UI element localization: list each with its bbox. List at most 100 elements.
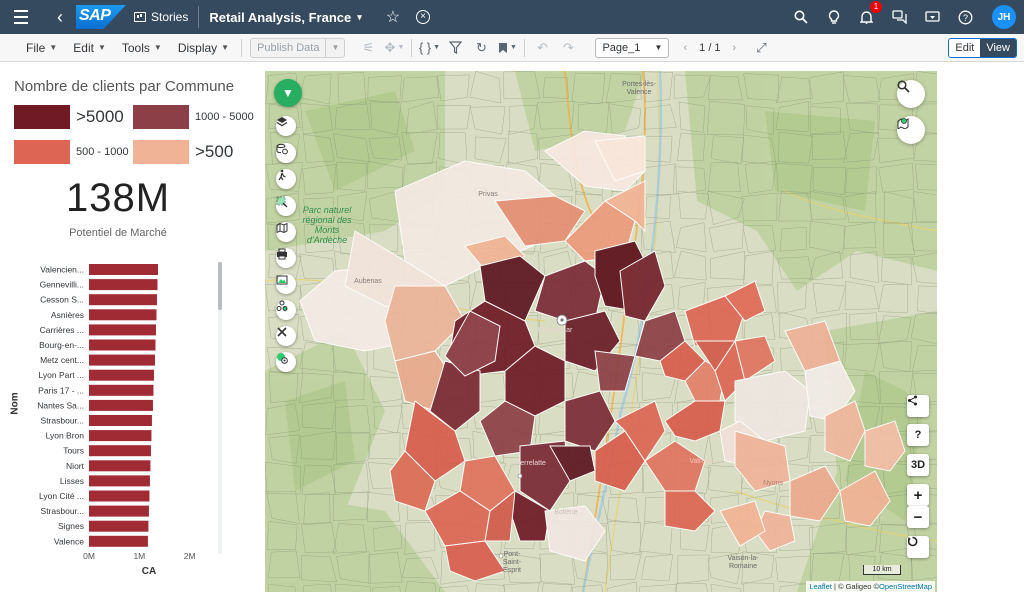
bar[interactable]	[89, 294, 157, 306]
legend-swatch	[14, 105, 70, 129]
bar[interactable]	[89, 369, 154, 381]
bar-category-label: Valencien...	[40, 265, 84, 275]
undo-icon[interactable]: ↶	[529, 38, 555, 58]
filter-icon[interactable]	[442, 38, 468, 58]
bar[interactable]	[89, 475, 150, 487]
page-select-value: Page_1	[602, 41, 641, 54]
bar-category-label: Cesson S...	[40, 295, 84, 305]
display-menu[interactable]: Display ▼	[170, 41, 237, 55]
user-avatar[interactable]: JH	[992, 5, 1016, 29]
reset-view-icon[interactable]	[907, 536, 929, 558]
chart-x-axis-title: CA	[142, 566, 156, 577]
layers-icon[interactable]	[276, 116, 296, 136]
legend-item: 500 - 1000	[14, 140, 129, 164]
publish-data-button[interactable]: Publish Data ▼	[250, 37, 346, 58]
town-label: Aubenas	[354, 278, 382, 285]
bar[interactable]	[89, 309, 157, 321]
map-scale: 10 km	[863, 565, 901, 575]
edit-menu-label: Edit	[73, 40, 94, 55]
close-circle-icon[interactable]: ×	[416, 10, 431, 24]
search-icon[interactable]	[792, 9, 809, 26]
share-icon[interactable]	[907, 395, 929, 417]
osm-link[interactable]: OpenStreetMap	[879, 582, 932, 591]
image-export-icon[interactable]	[276, 274, 296, 294]
bar[interactable]	[89, 264, 158, 275]
view-mode-button[interactable]: View	[980, 39, 1016, 57]
map-canvas[interactable]	[265, 71, 937, 592]
town-label: Pont-Saint-Esprit	[502, 551, 522, 574]
leaflet-link[interactable]: Leaflet	[809, 582, 832, 591]
bar-category-label: Lyon Bron	[46, 431, 85, 441]
lightbulb-icon[interactable]	[825, 9, 842, 26]
bar[interactable]	[89, 399, 153, 411]
bar[interactable]	[89, 339, 156, 351]
bar[interactable]	[89, 445, 151, 457]
tools-wrench-icon[interactable]	[276, 326, 296, 346]
cluster-icon[interactable]	[276, 300, 296, 320]
favorite-star-icon[interactable]: ☆	[386, 0, 400, 34]
file-menu[interactable]: File ▼	[18, 41, 65, 55]
chart-scrollbar-thumb[interactable]	[218, 262, 222, 310]
map-filter-toggle[interactable]: ▼	[274, 79, 302, 107]
move-icon[interactable]: ✥ ▼	[381, 38, 407, 58]
x-tick-label: 2M	[184, 551, 196, 561]
bar[interactable]	[89, 535, 148, 547]
bar-category-label: Strasbour...	[41, 506, 84, 516]
map-search-icon[interactable]	[897, 80, 925, 108]
notifications-bell-icon[interactable]: 1	[858, 0, 882, 26]
selection-zone-icon[interactable]	[276, 196, 296, 216]
bar[interactable]	[89, 354, 155, 366]
stories-label: Stories	[151, 10, 189, 24]
chevron-down-icon: ▼	[49, 43, 58, 52]
back-icon[interactable]: ‹	[50, 0, 70, 34]
fullscreen-icon[interactable]: ⤢	[756, 40, 766, 56]
redo-icon[interactable]: ↷	[555, 38, 581, 58]
toolbar-divider	[241, 38, 243, 57]
database-globe-icon[interactable]	[276, 143, 296, 163]
bar[interactable]	[89, 520, 149, 532]
help-icon[interactable]: ?	[957, 9, 974, 26]
previous-page-icon[interactable]: ‹	[683, 42, 687, 54]
tools-menu[interactable]: Tools ▼	[114, 41, 170, 55]
bar[interactable]	[89, 384, 154, 396]
3d-toggle-button[interactable]: 3D	[907, 454, 929, 476]
edit-mode-button[interactable]: Edit	[949, 39, 981, 57]
print-icon[interactable]	[276, 248, 296, 268]
bar-chart-svg: Valencien... Gennevilli... Cesson S... Asni…	[37, 264, 196, 577]
formula-braces-icon[interactable]: { } ▼	[416, 38, 442, 58]
bar[interactable]	[89, 324, 156, 336]
feedback-icon[interactable]	[924, 9, 941, 26]
map-settings-icon[interactable]	[276, 352, 296, 372]
stories-button[interactable]: Stories	[134, 10, 188, 24]
discussions-icon[interactable]	[891, 9, 908, 26]
page-select[interactable]: Page_1 ▼	[595, 37, 670, 58]
refresh-icon[interactable]: ↻	[468, 38, 494, 58]
bar[interactable]	[89, 460, 151, 472]
next-page-icon[interactable]: ›	[733, 42, 737, 54]
map-view-icon[interactable]	[276, 222, 296, 242]
map-locate-icon[interactable]	[897, 116, 925, 144]
svg-text:?: ?	[963, 13, 968, 23]
menu-icon[interactable]	[4, 0, 38, 34]
zoom-in-button[interactable]: +	[907, 484, 929, 506]
page-count: 1 / 1	[699, 41, 721, 54]
edit-menu[interactable]: Edit ▼	[65, 41, 114, 55]
bar[interactable]	[89, 490, 150, 502]
map-help-button[interactable]: ?	[907, 424, 929, 446]
town-label: Pierrelatte	[514, 460, 546, 467]
choropleth-map[interactable]: Portes-lès-Valence Privas Aubenas Montél…	[265, 71, 937, 592]
bar[interactable]	[89, 430, 152, 442]
story-title-menu[interactable]: Retail Analysis, France ▾	[209, 10, 361, 25]
bar[interactable]	[89, 279, 158, 291]
zoom-out-button[interactable]: −	[907, 506, 929, 528]
stories-icon	[134, 12, 146, 22]
pedestrian-route-icon[interactable]	[276, 169, 296, 189]
sap-logo[interactable]: SAP	[76, 5, 126, 29]
link-dimension-icon[interactable]: ⚟	[355, 38, 381, 58]
town-label: Portes-lès-Valence	[622, 81, 656, 96]
bookmark-icon[interactable]: ▼	[494, 38, 520, 58]
bar[interactable]	[89, 505, 149, 517]
bar[interactable]	[89, 415, 152, 426]
chevron-down-icon: ▼	[153, 43, 162, 52]
chevron-down-icon[interactable]: ▼	[326, 43, 344, 52]
